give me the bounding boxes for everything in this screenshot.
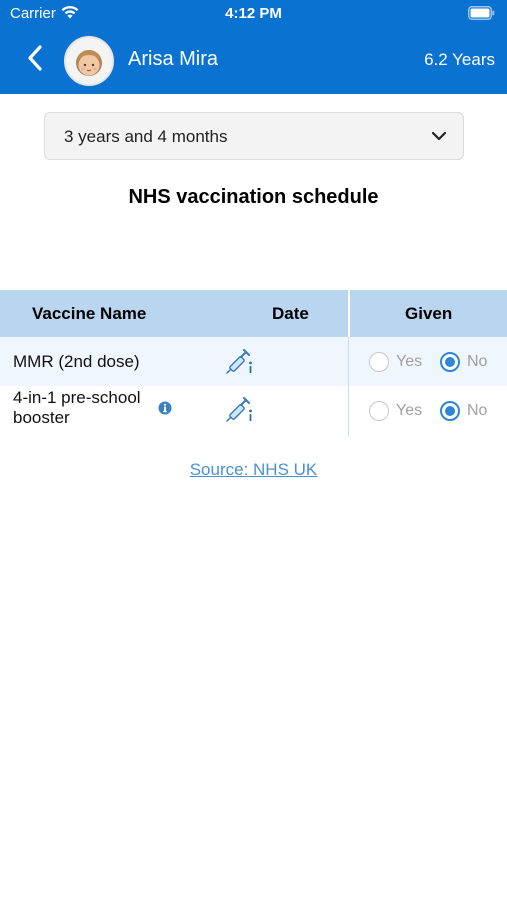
radio-label-no: No (467, 402, 488, 419)
column-divider (348, 386, 349, 436)
status-time: 4:12 PM (225, 5, 282, 22)
given-yes-radio[interactable]: Yes (369, 337, 422, 386)
radio-label-yes: Yes (396, 402, 423, 419)
child-age: 6.2 Years (424, 50, 495, 69)
source-link[interactable]: Source: NHS UK (0, 460, 507, 480)
battery-icon (468, 6, 495, 24)
child-name: Arisa Mira (128, 48, 219, 70)
column-divider (348, 337, 349, 386)
syringe-icon[interactable] (224, 396, 254, 429)
radio-circle (369, 401, 389, 421)
vaccine-name: MMR (2nd dose) (13, 352, 140, 371)
page-title: NHS vaccination schedule (128, 186, 379, 208)
table-row: MMR (2nd dose) Yes No (0, 337, 507, 386)
radio-circle-selected (440, 351, 460, 372)
child-face-icon (66, 38, 112, 84)
avatar (64, 36, 114, 86)
back-button[interactable] (18, 42, 52, 78)
vaccination-table: Vaccine Name Date Given MMR (2nd dose) Y… (0, 290, 507, 436)
age-select-value: 3 years and 4 months (64, 127, 228, 146)
chevron-left-icon (27, 44, 43, 76)
app-header: Carrier 4:12 PM Arisa Mira 6.2 Years (0, 0, 507, 94)
nav-bar: Arisa Mira 6.2 Years (0, 28, 507, 94)
info-icon[interactable] (158, 401, 172, 420)
radio-circle (369, 351, 389, 372)
given-no-radio[interactable]: No (440, 337, 487, 386)
column-divider (348, 290, 350, 337)
column-header-vaccine-name: Vaccine Name (32, 304, 147, 323)
radio-label-no: No (467, 352, 488, 370)
radio-circle-selected (440, 401, 460, 421)
given-no-radio[interactable]: No (440, 386, 487, 436)
column-header-given: Given (405, 304, 453, 323)
age-select[interactable]: 3 years and 4 months (44, 112, 464, 160)
table-row: 4-in-1 pre-school booster Yes No (0, 386, 507, 436)
chevron-down-icon (431, 129, 447, 147)
radio-label-yes: Yes (396, 352, 423, 370)
column-header-date: Date (272, 304, 309, 323)
vaccine-name: 4-in-1 pre-school booster (13, 388, 141, 427)
table-header: Vaccine Name Date Given (0, 290, 507, 337)
syringe-icon[interactable] (224, 348, 254, 381)
given-yes-radio[interactable]: Yes (369, 386, 422, 436)
status-bar: Carrier 4:12 PM (0, 0, 507, 28)
